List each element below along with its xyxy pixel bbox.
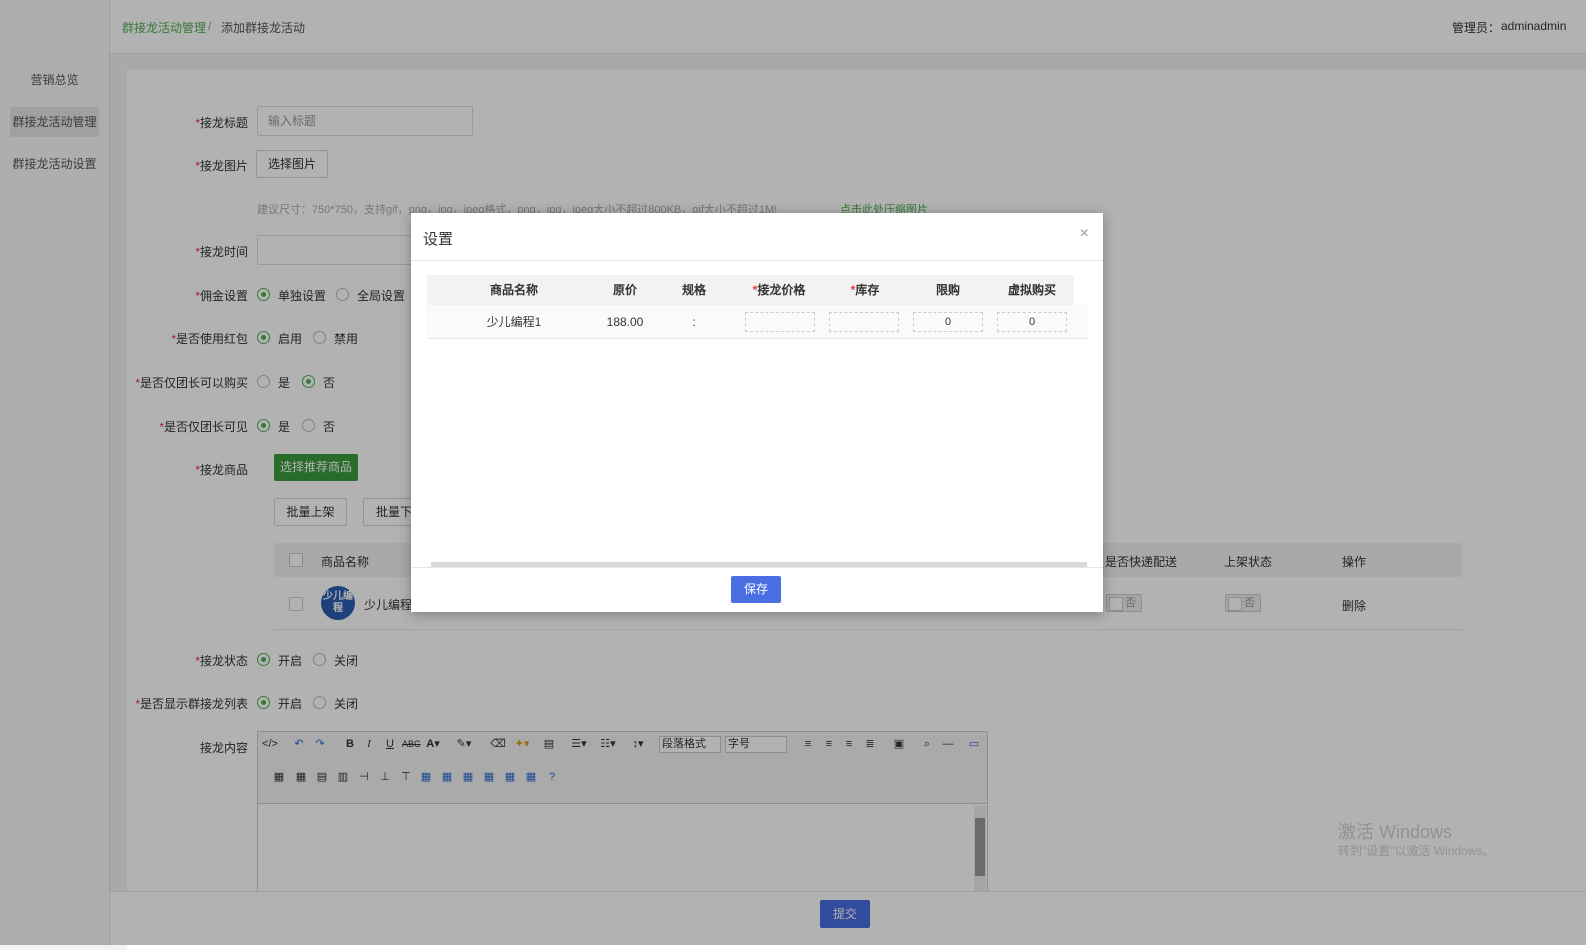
virtual-buy-input[interactable]: 0 [997,312,1067,332]
settings-modal: 设置 × 商品名称 原价 规格 *接龙价格 *库存 限购 虚拟购买 少儿编程1 … [411,213,1103,612]
modal-divider [411,260,1103,261]
group-price-input[interactable] [745,312,815,332]
modal-col-group-price: *接龙价格 [752,283,806,297]
limit-input[interactable]: 0 [913,312,983,332]
modal-col-virtual: 虚拟购买 [1007,283,1056,297]
modal-row-price: 188.00 [606,315,644,329]
modal-col-limit: 限购 [935,283,960,297]
modal-row-spec: : [692,315,696,329]
modal-title: 设置 [423,231,454,248]
modal-row-name: 少儿编程1 [486,315,542,329]
save-button[interactable]: 保存 [731,576,781,603]
modal-col-spec: 规格 [681,283,706,297]
modal-col-stock: *库存 [850,283,880,297]
stock-input[interactable] [829,312,899,332]
modal-col-price: 原价 [612,283,637,297]
close-icon[interactable]: × [1080,225,1089,243]
modal-col-name: 商品名称 [489,283,538,297]
modal-footer-divider [411,567,1103,568]
